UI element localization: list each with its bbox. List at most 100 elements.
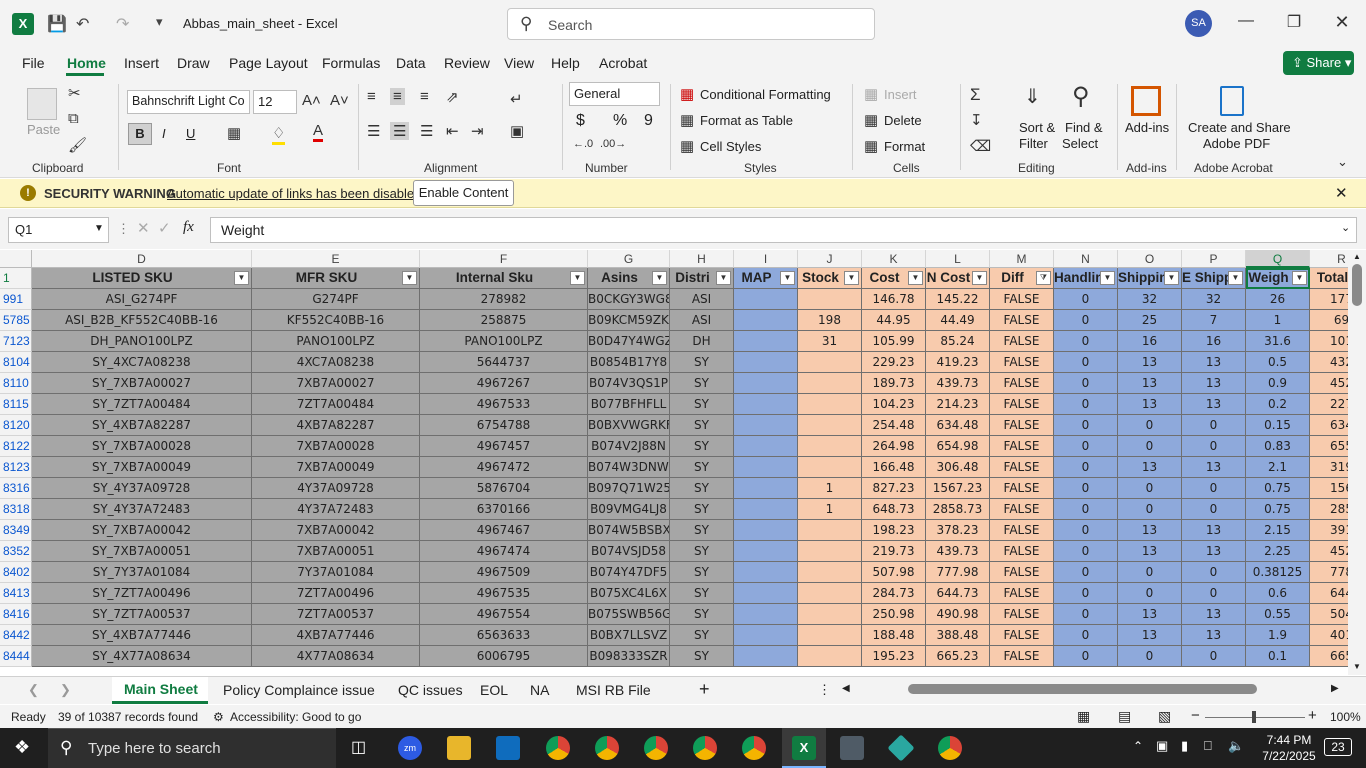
filter-dropdown-icon[interactable]: ▼ <box>1164 271 1179 285</box>
find-select-label[interactable]: Find & <box>1065 120 1103 135</box>
zoom-in-icon[interactable]: + <box>1308 707 1317 724</box>
table-cell[interactable]: SY_4XB7A77446 <box>32 625 252 646</box>
table-cell[interactable]: 31 <box>798 331 862 352</box>
table-cell[interactable]: 44.95 <box>862 310 926 331</box>
create-share-pdf-line2[interactable]: Adobe PDF <box>1203 136 1270 151</box>
table-cell[interactable] <box>798 289 862 310</box>
table-cell[interactable]: 401 <box>1310 625 1348 646</box>
format-painter-icon[interactable]: 🖌 <box>68 136 87 154</box>
table-cell[interactable]: 778 <box>1310 562 1348 583</box>
collapse-ribbon-icon[interactable]: ⌄ <box>1337 154 1348 170</box>
table-cell[interactable]: 0.2 <box>1246 394 1310 415</box>
filter-dropdown-icon[interactable]: ▼ <box>652 271 667 285</box>
vertical-scrollbar[interactable]: ▲ ▼ <box>1348 250 1366 675</box>
table-cell[interactable]: 4XB7A82287 <box>252 415 420 436</box>
avatar[interactable]: SA <box>1185 10 1212 37</box>
table-header-cell[interactable]: Distri ▼ <box>670 268 734 289</box>
table-cell[interactable]: 0 <box>1054 562 1118 583</box>
row-header[interactable]: 8416 <box>0 604 32 625</box>
table-cell[interactable] <box>798 373 862 394</box>
row-header[interactable]: 991 <box>0 289 32 310</box>
italic-button[interactable]: I <box>162 126 166 141</box>
table-cell[interactable]: 16 <box>1118 331 1182 352</box>
calculator-icon[interactable] <box>840 736 864 760</box>
tab-formulas[interactable]: Formulas <box>322 55 380 71</box>
table-cell[interactable]: 4967474 <box>420 541 588 562</box>
column-header-j[interactable]: J <box>798 250 862 268</box>
increase-decimal-icon[interactable]: ←.0 <box>573 138 593 150</box>
row-header[interactable]: 8318 <box>0 499 32 520</box>
table-cell[interactable]: 0 <box>1118 646 1182 667</box>
filter-label[interactable]: Filter <box>1019 136 1048 151</box>
file-explorer-icon[interactable] <box>447 736 471 760</box>
table-cell[interactable]: 4967472 <box>420 457 588 478</box>
table-cell[interactable]: FALSE <box>990 541 1054 562</box>
column-header-q[interactable]: Q <box>1246 250 1310 268</box>
volume-icon[interactable]: 🔈 <box>1228 738 1244 754</box>
table-cell[interactable]: 229.23 <box>862 352 926 373</box>
table-cell[interactable]: SY_7ZT7A00537 <box>32 604 252 625</box>
table-cell[interactable]: 827.23 <box>862 478 926 499</box>
table-cell[interactable]: B075SWB56G <box>588 604 670 625</box>
tab-draw[interactable]: Draw <box>177 55 210 71</box>
align-center-icon[interactable]: ☰ <box>390 122 410 140</box>
table-cell[interactable]: 104.23 <box>862 394 926 415</box>
table-cell[interactable]: PANO100LPZ <box>252 331 420 352</box>
table-cell[interactable]: B074VSJD58 <box>588 541 670 562</box>
table-cell[interactable]: 0 <box>1054 541 1118 562</box>
column-header-e[interactable]: E <box>252 250 420 268</box>
table-header-cell[interactable]: Handlin ▼ <box>1054 268 1118 289</box>
add-ins-button[interactable]: Add-ins <box>1125 120 1169 135</box>
table-cell[interactable]: 7Y37A01084 <box>252 562 420 583</box>
table-cell[interactable]: 306.48 <box>926 457 990 478</box>
table-cell[interactable]: ASI_B2B_KF552C40BB-16 <box>32 310 252 331</box>
column-header-l[interactable]: L <box>926 250 990 268</box>
copy-icon[interactable]: ⧉ <box>68 110 79 127</box>
table-cell[interactable]: 5644737 <box>420 352 588 373</box>
table-cell[interactable]: 2.1 <box>1246 457 1310 478</box>
table-cell[interactable]: 4XC7A08238 <box>252 352 420 373</box>
scroll-right-icon[interactable]: ▶ <box>1331 683 1339 694</box>
table-header-cell[interactable]: Weigh ▼ <box>1246 268 1310 289</box>
table-header-cell[interactable]: Stock ▼ <box>798 268 862 289</box>
scroll-down-icon[interactable]: ▼ <box>1353 662 1361 671</box>
table-cell[interactable]: 1 <box>798 478 862 499</box>
formula-input[interactable]: Weight <box>210 217 1357 243</box>
filter-dropdown-icon[interactable]: ▼ <box>716 271 731 285</box>
sheet-tab-eol[interactable]: EOL <box>480 682 508 698</box>
undo-icon[interactable]: ↶ <box>76 14 89 34</box>
table-cell[interactable] <box>734 604 798 625</box>
table-cell[interactable]: 13 <box>1182 541 1246 562</box>
table-cell[interactable]: 13 <box>1118 625 1182 646</box>
table-cell[interactable]: 6006795 <box>420 646 588 667</box>
table-cell[interactable]: 1567.23 <box>926 478 990 499</box>
column-header-d[interactable]: D <box>32 250 252 268</box>
table-cell[interactable] <box>798 520 862 541</box>
table-cell[interactable]: SY <box>670 646 734 667</box>
table-cell[interactable]: SY <box>670 415 734 436</box>
enter-icon[interactable]: ✓ <box>158 219 171 237</box>
table-cell[interactable]: 504 <box>1310 604 1348 625</box>
table-cell[interactable] <box>734 478 798 499</box>
table-cell[interactable] <box>734 436 798 457</box>
table-cell[interactable]: 655 <box>1310 436 1348 457</box>
filter-dropdown-icon[interactable]: ▼ <box>844 271 859 285</box>
table-cell[interactable]: 665.23 <box>926 646 990 667</box>
table-cell[interactable]: 6370166 <box>420 499 588 520</box>
table-cell[interactable]: 2858.73 <box>926 499 990 520</box>
table-cell[interactable] <box>734 352 798 373</box>
table-cell[interactable]: 285 <box>1310 499 1348 520</box>
table-cell[interactable]: SY_7ZT7A00496 <box>32 583 252 604</box>
table-cell[interactable]: 0 <box>1182 646 1246 667</box>
table-cell[interactable]: FALSE <box>990 457 1054 478</box>
table-cell[interactable]: DH <box>670 331 734 352</box>
table-cell[interactable]: 452 <box>1310 373 1348 394</box>
table-header-cell[interactable]: Internal Sku ▼ <box>420 268 588 289</box>
table-cell[interactable]: 5876704 <box>420 478 588 499</box>
decrease-indent-icon[interactable]: ⇤ <box>446 122 459 140</box>
table-cell[interactable]: 644 <box>1310 583 1348 604</box>
row-header[interactable]: 7123 <box>0 331 32 352</box>
number-format-select[interactable]: General <box>569 82 660 106</box>
network-icon[interactable]: ⎕ <box>1204 738 1212 754</box>
table-cell[interactable]: 439.73 <box>926 541 990 562</box>
